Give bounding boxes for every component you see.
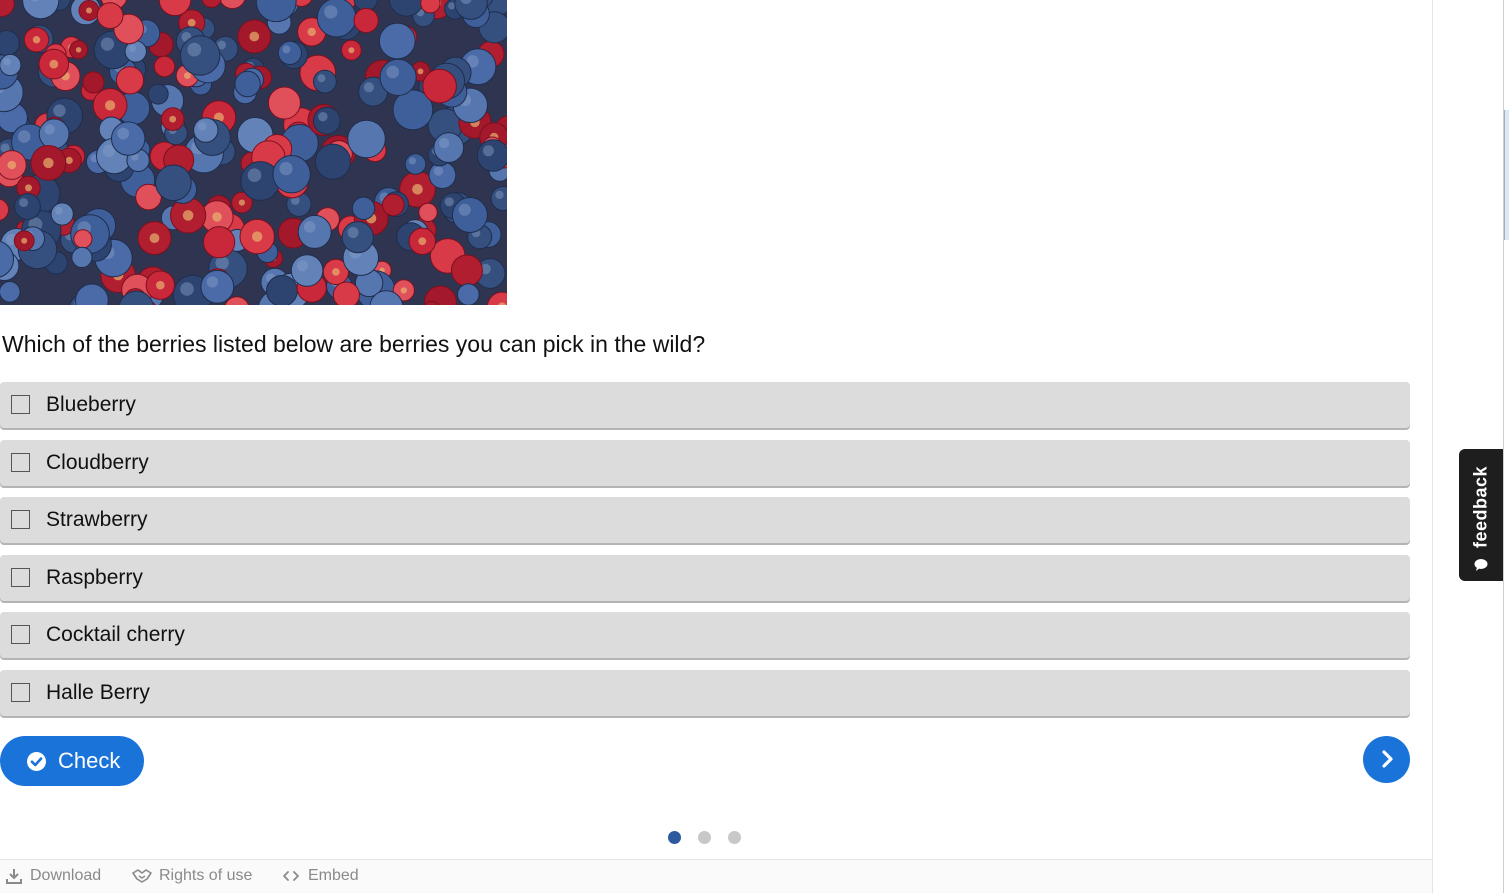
next-button[interactable]	[1363, 736, 1410, 783]
option-blueberry[interactable]: Blueberry	[0, 382, 1410, 428]
question-text: Which of the berries listed below are be…	[2, 331, 706, 357]
feedback-tab[interactable]: feedback	[1459, 449, 1503, 581]
option-cocktail-cherry[interactable]: Cocktail cherry	[0, 612, 1410, 658]
feedback-label: feedback	[1470, 465, 1491, 549]
option-label: Halle Berry	[46, 680, 150, 704]
option-strawberry[interactable]: Strawberry	[0, 497, 1410, 543]
option-halle-berry[interactable]: Halle Berry	[0, 669, 1410, 716]
code-icon	[283, 871, 299, 881]
footer-bar: Download Rights of use Embed	[0, 859, 1432, 893]
chevron-right-icon	[1382, 750, 1393, 768]
option-label: Raspberry	[46, 565, 143, 589]
pager-dot-3[interactable]	[728, 831, 741, 844]
berries-photo	[0, 0, 507, 305]
embed-label: Embed	[308, 867, 359, 884]
checkbox[interactable]	[11, 682, 30, 702]
option-label: Cocktail cherry	[46, 623, 185, 646]
handshake-icon	[132, 869, 152, 883]
right-panel	[1432, 0, 1509, 893]
content-area: Which of the berries listed below are be…	[0, 0, 1432, 893]
options-list: Blueberry Cloudberry Strawberry Raspberr…	[0, 382, 1410, 727]
edge-scrollbar[interactable]	[1504, 110, 1509, 240]
speech-bubble-icon	[1474, 559, 1488, 571]
pager	[668, 831, 741, 844]
check-circle-icon	[27, 752, 46, 771]
check-button[interactable]: Check	[0, 736, 144, 786]
checkbox[interactable]	[11, 510, 30, 529]
checkbox[interactable]	[11, 625, 30, 644]
checkbox[interactable]	[11, 567, 30, 587]
rights-of-use-label: Rights of use	[159, 867, 253, 884]
check-button-label: Check	[58, 748, 121, 773]
option-cloudberry[interactable]: Cloudberry	[0, 439, 1410, 486]
option-raspberry[interactable]: Raspberry	[0, 554, 1410, 601]
pager-dot-1[interactable]	[668, 831, 681, 844]
download-icon	[6, 869, 22, 884]
checkbox[interactable]	[11, 452, 30, 472]
berries-image	[0, 0, 507, 305]
pager-dot-2[interactable]	[698, 831, 711, 844]
download-label: Download	[30, 867, 102, 884]
option-label: Strawberry	[46, 508, 148, 531]
option-label: Cloudberry	[46, 450, 149, 474]
checkbox[interactable]	[11, 395, 30, 414]
option-label: Blueberry	[46, 393, 136, 416]
